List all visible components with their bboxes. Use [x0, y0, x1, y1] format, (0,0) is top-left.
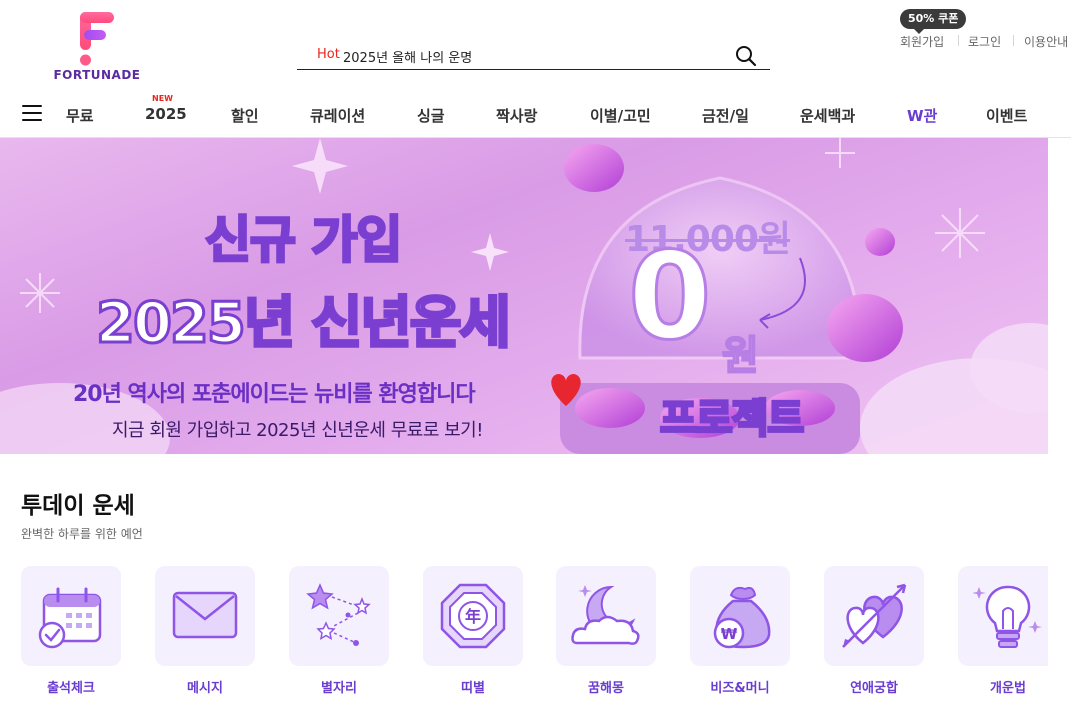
tile-biz-money[interactable]: ₩	[690, 566, 790, 666]
nav-item-crush[interactable]: 짝사랑	[496, 105, 537, 126]
tile-label-zodiac-year: 띠별	[461, 681, 485, 696]
logo-mark-icon	[80, 12, 114, 66]
tile-label-love-match: 연애궁합	[850, 681, 898, 696]
tile-label-biz-money: 비즈&머니	[710, 681, 770, 696]
new-badge: NEW	[152, 94, 173, 103]
util-divider	[958, 35, 959, 46]
banner-title-line2: 2025년 신년운세	[95, 290, 513, 358]
logo-text: FORTUNADE	[53, 68, 141, 82]
banner-won: 원	[721, 332, 760, 380]
nav-item-free[interactable]: 무료	[66, 105, 94, 126]
util-divider	[1013, 35, 1014, 46]
fortunade-logo[interactable]: FORTUNADE	[52, 10, 142, 84]
tile-zodiac-year[interactable]: 年	[423, 566, 523, 666]
section-title: 투데이 운세	[21, 493, 135, 519]
tile-dream[interactable]	[556, 566, 656, 666]
nav-item-event[interactable]: 이벤트	[986, 105, 1027, 126]
tile-label-dream: 꿈해몽	[588, 681, 624, 696]
tile-love-match[interactable]	[824, 566, 924, 666]
money-bag-icon: ₩	[713, 586, 771, 649]
banner-zero: 0	[627, 228, 713, 367]
tile-luck-method[interactable]	[958, 566, 1048, 666]
tile-constellation[interactable]	[289, 566, 389, 666]
constellation-icon	[306, 583, 371, 646]
moon-cloud-icon	[571, 585, 640, 645]
signup-link[interactable]: 회원가입	[900, 33, 944, 50]
search-hot-label: Hot	[317, 47, 340, 62]
banner-subtitle1: 20년 역사의 포춘에이드는 뉴비를 환영합니다	[73, 382, 476, 407]
search-input[interactable]: 2025년 올해 나의 운명	[343, 47, 472, 66]
main-nav: NEW 무료 2025 할인 큐레이션 싱글 짝사랑 이별/고민 금전/일 운세…	[0, 94, 1071, 138]
tile-label-luck-method: 개운법	[990, 681, 1026, 696]
won-glyph: ₩	[721, 625, 738, 643]
hearts-arrow-icon	[842, 583, 907, 648]
tile-message[interactable]	[155, 566, 255, 666]
tile-label-message: 메시지	[187, 681, 223, 696]
zodiac-glyph: 年	[465, 607, 481, 626]
banner-subtitle2: 지금 회원 가입하고 2025년 신년운세 무료로 보기!	[112, 420, 483, 441]
search-bar[interactable]: Hot 2025년 올해 나의 운명	[297, 40, 770, 70]
nav-item-encyclopedia[interactable]: 운세백과	[800, 105, 855, 126]
nav-item-discount[interactable]: 할인	[231, 105, 259, 126]
tile-label-attendance: 출석체크	[47, 681, 95, 696]
nav-item-breakup[interactable]: 이별/고민	[590, 105, 651, 126]
calendar-check-icon	[38, 587, 102, 649]
envelope-icon	[172, 591, 238, 639]
banner-title-line1: 신규 가입	[203, 210, 403, 271]
nav-item-money-work[interactable]: 금전/일	[702, 105, 749, 126]
nav-item-single[interactable]: 싱글	[417, 105, 445, 126]
login-link[interactable]: 로그인	[968, 33, 1001, 50]
menu-icon[interactable]	[22, 105, 42, 123]
zodiac-year-icon: 年	[440, 583, 506, 649]
nav-item-curation[interactable]: 큐레이션	[310, 105, 365, 126]
nav-item-w-hall[interactable]: W관	[907, 105, 937, 126]
section-subtitle: 완벽한 하루를 위한 예언	[21, 527, 143, 541]
nav-item-2025[interactable]: 2025	[145, 105, 187, 123]
tile-attendance[interactable]	[21, 566, 121, 666]
promo-banner[interactable]: 신규 가입 2025년 신년운세 20년 역사의 포춘에이드는 뉴비를 환영합니…	[0, 138, 1048, 454]
search-icon[interactable]	[734, 44, 758, 68]
coupon-badge: 50% 쿠폰	[900, 9, 967, 34]
guide-link[interactable]: 이용안내	[1024, 33, 1068, 50]
tile-label-constellation: 별자리	[321, 681, 357, 696]
lightbulb-icon	[973, 585, 1042, 648]
banner-project: 프로젝트	[658, 395, 805, 444]
